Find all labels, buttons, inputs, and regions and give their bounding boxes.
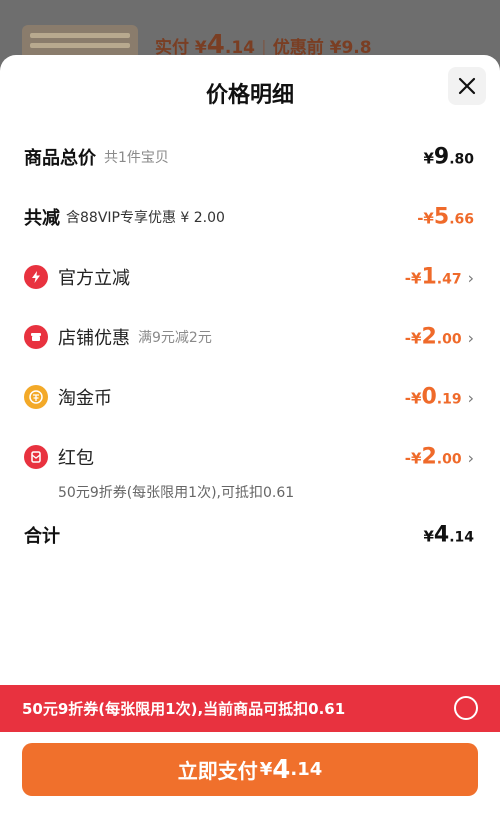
taojinbi-label: 淘金币 [58, 388, 112, 409]
official-discount-prefix: -¥ [404, 269, 422, 288]
reduction-dec: .66 [449, 211, 474, 228]
row-red-packet[interactable]: 红包 -¥ 2.00 › [24, 439, 474, 475]
taojinbi-amount: -¥ 0.19 › [405, 385, 474, 410]
total-price-amount: ¥9.80 [423, 145, 474, 170]
chevron-right-icon: › [467, 448, 474, 468]
sum-dec: .14 [449, 529, 474, 546]
pay-now-button[interactable]: 立即支付 ¥ 4 .14 [22, 743, 478, 796]
red-packet-amount: -¥ 2.00 › [405, 445, 474, 470]
price-detail-sheet: 价格明细 商品总价 共1件宝贝 ¥9.80 共减 含88VIP专享优惠 ¥ 2.… [0, 55, 500, 816]
red-packet-icon [24, 445, 48, 469]
reduction-vip-note: 含88VIP专享优惠 ¥ 2.00 [66, 210, 225, 226]
official-discount-label: 官方立减 [58, 268, 130, 289]
row-taojinbi: 淘金币 -¥ 0.19 › [24, 379, 474, 415]
store-discount-int: 2 [421, 324, 437, 350]
total-price-dec: .80 [449, 151, 474, 168]
chevron-right-icon: › [467, 268, 474, 288]
taojinbi-dec: .19 [436, 391, 462, 408]
total-price-int: 9 [433, 144, 450, 170]
reduction-prefix: -¥ [417, 209, 434, 228]
store-discount-label: 店铺优惠 [58, 328, 130, 349]
sum-int: 4 [433, 522, 450, 548]
red-packet-prefix: -¥ [404, 449, 422, 468]
store-discount-rule: 满9元减2元 [138, 330, 212, 346]
row-official-discount[interactable]: 官方立减 -¥ 1.47 › [24, 259, 474, 295]
reduction-int: 5 [433, 204, 450, 230]
red-packet-dec: .00 [436, 451, 462, 468]
sum-currency: ¥ [423, 527, 434, 546]
sum-amount: ¥4.14 [423, 523, 474, 548]
official-discount-dec: .47 [436, 271, 462, 288]
row-total-price: 商品总价 共1件宝贝 ¥9.80 [24, 139, 474, 175]
red-packet-label: 红包 [58, 448, 94, 469]
pay-button-label: 立即支付 [177, 759, 258, 783]
close-icon [458, 77, 476, 95]
total-price-label: 商品总价 [24, 148, 96, 169]
pay-button-dec: .14 [290, 759, 323, 780]
store-discount-amount: -¥ 2.00 › [405, 325, 474, 350]
store-discount-prefix: -¥ [404, 329, 422, 348]
close-button[interactable] [448, 67, 486, 105]
row-store-discount[interactable]: 店铺优惠 满9元减2元 -¥ 2.00 › [24, 319, 474, 355]
lightning-icon [24, 265, 48, 289]
total-price-currency: ¥ [423, 149, 434, 168]
taojinbi-int: 0 [421, 384, 437, 410]
reduction-amount: -¥ 5.66 [417, 205, 474, 230]
chevron-right-icon: › [467, 328, 474, 348]
chevron-right-icon: › [467, 388, 474, 408]
store-discount-dec: .00 [436, 331, 462, 348]
official-discount-amount: -¥ 1.47 › [405, 265, 474, 290]
red-packet-int: 2 [421, 444, 437, 470]
sheet-title: 价格明细 [205, 83, 294, 108]
coupon-radio[interactable] [454, 696, 478, 720]
store-icon [24, 325, 48, 349]
pay-button-int: 4 [272, 754, 291, 785]
coupon-banner-text: 50元9折券(每张限用1次),当前商品可抵扣0.61 [22, 700, 346, 718]
row-total-reduction: 共减 含88VIP专享优惠 ¥ 2.00 -¥ 5.66 [24, 199, 474, 235]
red-packet-note: 50元9折券(每张限用1次),可抵扣0.61 [58, 485, 295, 501]
pay-button-currency: ¥ [259, 759, 273, 780]
taojinbi-prefix: -¥ [404, 389, 422, 408]
gold-coin-icon [24, 385, 48, 409]
official-discount-int: 1 [421, 264, 437, 290]
coupon-banner[interactable]: 50元9折券(每张限用1次),当前商品可抵扣0.61 [0, 685, 500, 732]
row-sum: 合计 ¥4.14 [24, 517, 474, 553]
sum-label: 合计 [24, 526, 60, 547]
total-price-count: 共1件宝贝 [104, 150, 169, 166]
reduction-label: 共减 [24, 208, 60, 229]
